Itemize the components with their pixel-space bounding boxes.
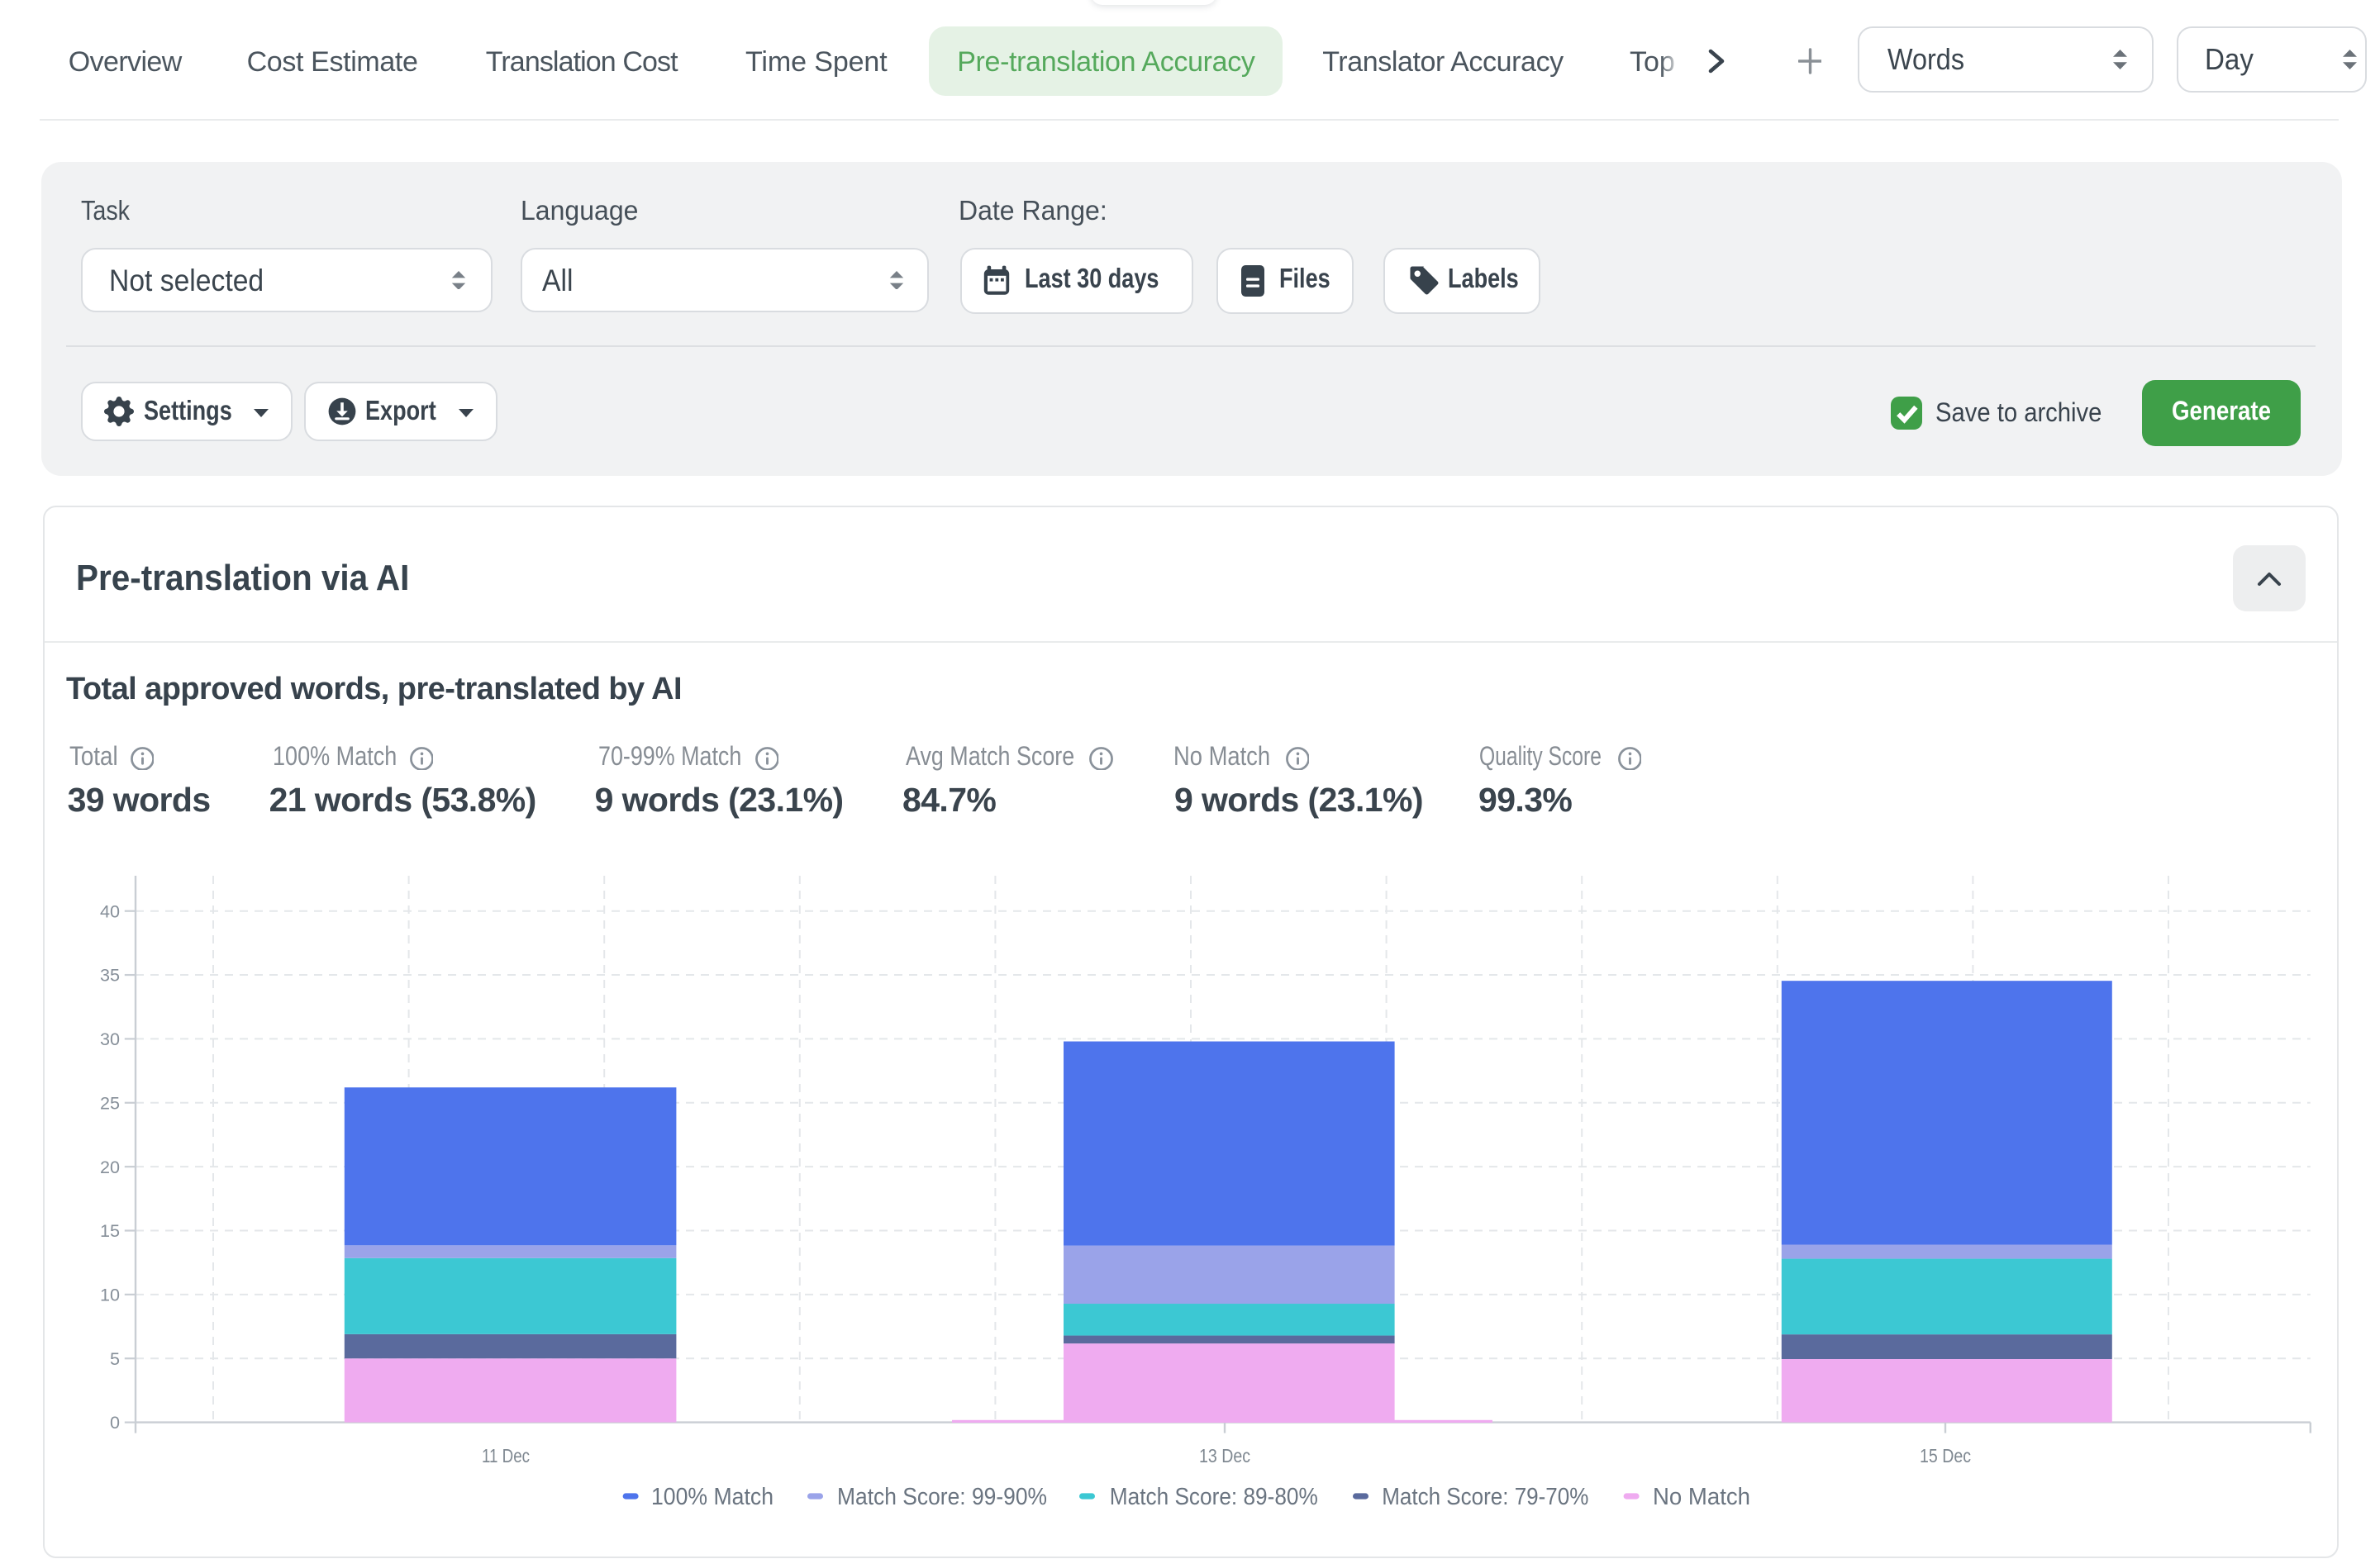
svg-text:15: 15 — [100, 1220, 120, 1241]
svg-text:0: 0 — [110, 1412, 120, 1433]
svg-text:10: 10 — [100, 1284, 120, 1305]
svg-text:20: 20 — [100, 1157, 120, 1177]
svg-text:Match Score: 79-70%: Match Score: 79-70% — [1382, 1484, 1588, 1510]
svg-text:100% Match: 100% Match — [651, 1484, 774, 1510]
svg-text:15 Dec: 15 Dec — [1920, 1445, 1971, 1466]
svg-text:Match Score: 89-80%: Match Score: 89-80% — [1110, 1484, 1318, 1510]
svg-text:5: 5 — [110, 1348, 120, 1369]
svg-text:25: 25 — [100, 1092, 120, 1113]
svg-text:35: 35 — [100, 965, 120, 986]
svg-text:No Match: No Match — [1653, 1484, 1750, 1510]
svg-text:30: 30 — [100, 1029, 120, 1049]
svg-text:40: 40 — [100, 901, 120, 921]
svg-text:13 Dec: 13 Dec — [1199, 1445, 1250, 1466]
svg-text:11 Dec: 11 Dec — [482, 1445, 530, 1466]
svg-text:Match Score: 99-90%: Match Score: 99-90% — [837, 1484, 1047, 1510]
